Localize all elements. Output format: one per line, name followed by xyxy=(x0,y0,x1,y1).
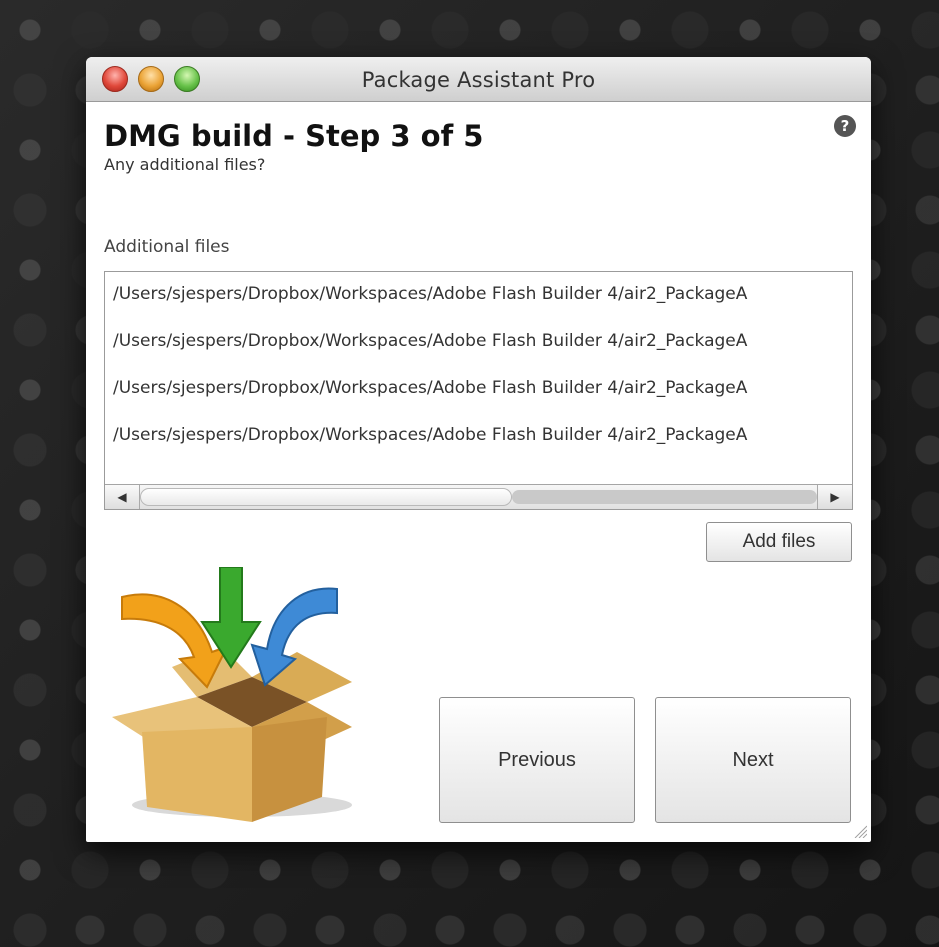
scroll-right-arrow-icon[interactable]: ▶ xyxy=(817,485,852,509)
scrollbar-track[interactable] xyxy=(140,488,817,506)
package-box-icon xyxy=(112,567,352,822)
horizontal-scrollbar[interactable]: ◀ ▶ xyxy=(105,484,852,509)
scrollbar-track-fill xyxy=(512,490,817,504)
file-list-item[interactable]: /Users/sjespers/Dropbox/Workspaces/Adobe… xyxy=(105,413,852,460)
help-icon[interactable]: ? xyxy=(834,115,856,137)
window-title: Package Assistant Pro xyxy=(361,68,596,92)
previous-button[interactable]: Previous xyxy=(439,697,635,823)
file-list-item[interactable]: /Users/sjespers/Dropbox/Workspaces/Adobe… xyxy=(105,366,852,413)
window-titlebar[interactable]: Package Assistant Pro xyxy=(86,57,871,102)
add-files-button[interactable]: Add files xyxy=(706,522,852,562)
resize-grip-icon[interactable] xyxy=(853,824,867,838)
app-window: Package Assistant Pro DMG build - Step 3… xyxy=(86,57,871,842)
file-list-item[interactable]: /Users/sjespers/Dropbox/Workspaces/Adobe… xyxy=(105,272,852,319)
orange-arrow-icon xyxy=(121,593,229,689)
step-heading: DMG build - Step 3 of 5 xyxy=(104,119,484,153)
box-front-face xyxy=(142,727,252,822)
additional-files-list[interactable]: /Users/sjespers/Dropbox/Workspaces/Adobe… xyxy=(104,271,853,510)
scroll-left-arrow-icon[interactable]: ◀ xyxy=(105,485,140,509)
step-subheading: Any additional files? xyxy=(104,155,266,174)
file-list-item[interactable]: /Users/sjespers/Dropbox/Workspaces/Adobe… xyxy=(105,319,852,366)
scrollbar-thumb[interactable] xyxy=(140,488,513,506)
additional-files-label: Additional files xyxy=(104,237,230,257)
next-button[interactable]: Next xyxy=(655,697,851,823)
